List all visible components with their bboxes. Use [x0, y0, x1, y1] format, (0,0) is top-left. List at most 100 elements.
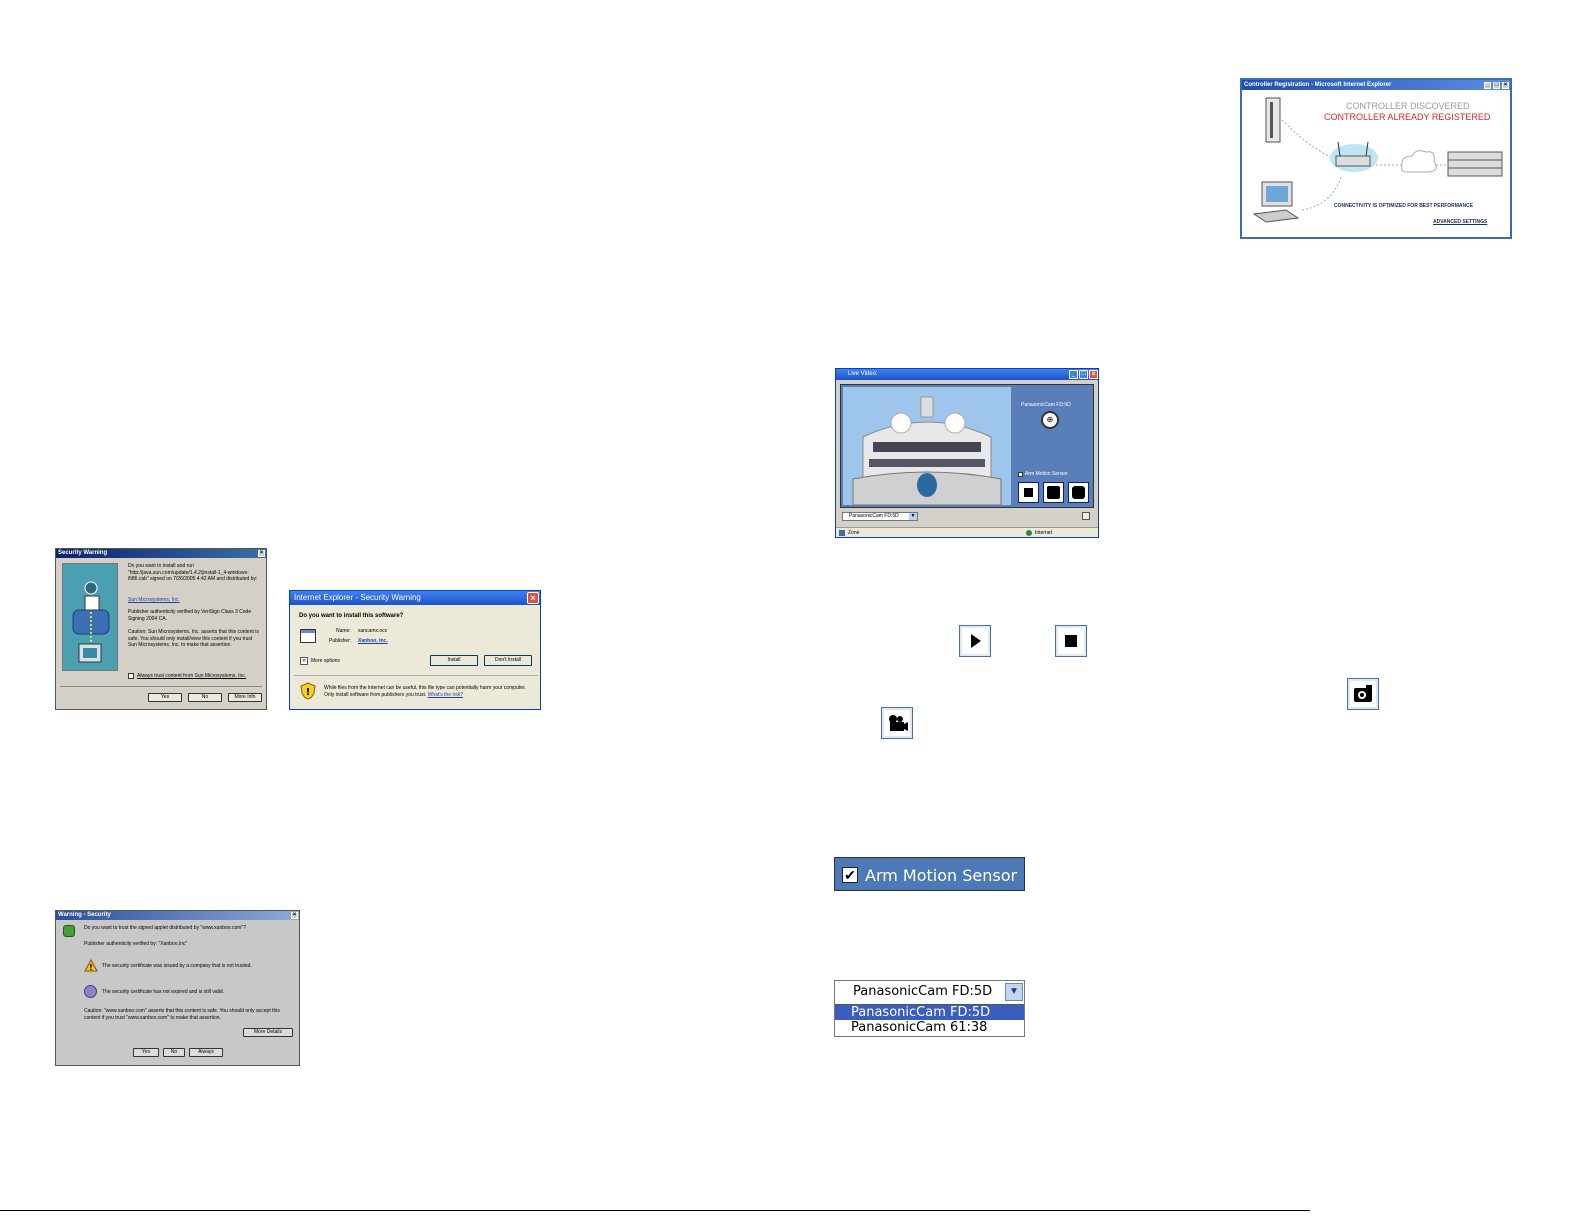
play-icon [971, 634, 981, 648]
warning-triangle-icon: ! [84, 959, 98, 972]
close-icon[interactable]: × [527, 592, 539, 604]
java-untrusted-text: The security certificate was issued by a… [102, 963, 252, 969]
java-applet-icon [63, 925, 75, 937]
video-feed-image [843, 387, 1011, 505]
more-info-button[interactable]: More Info [228, 693, 262, 702]
live-video-titlebar: Live Video: _ □ × [836, 369, 1098, 380]
publisher-link[interactable]: Xanboo, Inc. [358, 638, 388, 645]
minimize-icon[interactable]: _ [1069, 370, 1078, 379]
chevron-down-icon[interactable]: ▼ [1005, 983, 1023, 1001]
name-value: xancamx.ocx [358, 628, 388, 634]
camera-icon [1047, 486, 1060, 499]
shield-warning-icon: ! [300, 682, 316, 700]
snapshot-button[interactable] [1043, 482, 1064, 503]
more-options-link[interactable]: More options [311, 658, 340, 665]
controller-dialog-title: Controller Registration - Microsoft Inte… [1244, 81, 1392, 88]
arm-motion-check-icon[interactable]: ✔ [842, 867, 858, 883]
java-dialog-caution: Caution: "www.xanboo.com" asserts that t… [84, 1008, 280, 1021]
ie-warning-message: While files from the Internet can be use… [324, 685, 526, 698]
svg-text:!: ! [306, 687, 311, 698]
always-button[interactable]: Always [189, 1048, 223, 1057]
controller-registered-text: CONTROLLER ALREADY REGISTERED [1324, 112, 1491, 122]
no-button[interactable]: No [163, 1048, 185, 1057]
certificate-valid-icon [84, 985, 97, 998]
play-button[interactable] [959, 625, 991, 657]
dropdown-option[interactable]: PanasonicCam FD:5D [835, 1005, 1024, 1020]
java-dialog-titlebar: Warning - Security × [56, 911, 299, 920]
internet-icon [1026, 530, 1032, 536]
divider [60, 686, 262, 687]
software-icon [300, 629, 316, 643]
expand-icon[interactable]: » [300, 657, 308, 665]
maximize-icon[interactable]: □ [1493, 81, 1500, 89]
status-bar: Zone Internet [836, 527, 1098, 537]
resize-icon[interactable] [1082, 512, 1090, 520]
dont-install-button[interactable]: Don't Install [484, 655, 532, 666]
stop-button[interactable] [1018, 482, 1039, 503]
arm-motion-large-label: Arm Motion Sensor [865, 866, 1018, 885]
status-zone: Zone [848, 530, 860, 536]
chevron-down-icon[interactable]: ▼ [909, 513, 917, 520]
always-trust-label: Always trust content from Sun Microsyste… [137, 673, 247, 679]
camera-name-label: PanasonicCam FD:5D [1021, 402, 1071, 408]
live-video-title: Live Video: [848, 371, 878, 377]
camera-select-value: PanasonicCam FD:5D [849, 513, 899, 519]
record-button[interactable] [1068, 482, 1089, 503]
sun-dialog-caution: Caution: Sun Microsystems, Inc. asserts … [128, 629, 259, 648]
java-dialog-authenticity: Publisher authenticity verified by: "Xan… [84, 941, 188, 947]
camera-pan-icon[interactable]: ⊕ [1041, 411, 1059, 429]
maximize-icon[interactable]: □ [1079, 370, 1088, 379]
video-camera-icon [889, 715, 908, 731]
sun-dialog-question: Do you want to install and run "http://j… [128, 563, 258, 582]
yes-button[interactable]: Yes [133, 1048, 159, 1057]
live-video-window: Live Video: _ □ × PanasonicCam FD:5D ⊕ A… [835, 368, 1099, 538]
ie-dialog-title: Internet Explorer - Security Warning [294, 593, 421, 602]
ie-warning-text: While files from the Internet can be use… [324, 685, 536, 698]
camera-select[interactable]: PanasonicCam FD:5D ▼ [842, 512, 918, 521]
stop-icon [1065, 635, 1077, 647]
controller-registration-dialog: Controller Registration - Microsoft Inte… [1240, 78, 1512, 239]
sun-dialog-title: Security Warning [58, 550, 108, 556]
video-camera-icon [1072, 486, 1085, 499]
dropdown-selected[interactable]: PanasonicCam FD:5D [853, 984, 992, 999]
name-label: Name: [336, 628, 351, 634]
advanced-settings-link[interactable]: ADVANCED SETTINGS [1433, 219, 1487, 225]
more-details-button[interactable]: More Details [243, 1028, 293, 1037]
publisher-label: Publisher: [329, 638, 352, 644]
sun-security-dialog: Security Warning × Do you want to instal… [55, 548, 267, 710]
ie-dialog-titlebar: Internet Explorer - Security Warning × [290, 591, 540, 605]
java-security-dialog: Warning - Security × Do you want to trus… [55, 910, 300, 1066]
close-icon[interactable]: × [258, 550, 265, 557]
zone-icon [839, 530, 845, 536]
dropdown-option[interactable]: PanasonicCam 61:38 [835, 1020, 1024, 1035]
yes-button[interactable]: Yes [148, 693, 182, 702]
sun-dialog-titlebar: Security Warning × [56, 549, 266, 558]
install-button[interactable]: Install [430, 655, 478, 666]
connectivity-text: CONNECTIVITY IS OPTIMIZED FOR BEST PERFO… [1334, 203, 1474, 209]
ie-dialog-question: Do you want to install this software? [299, 613, 404, 619]
record-button-large[interactable] [881, 707, 913, 739]
no-button[interactable]: No [188, 693, 222, 702]
sun-dialog-illustration [62, 563, 118, 671]
live-video-body: PanasonicCam FD:5D ⊕ Arm Motion Sensor [840, 384, 1094, 508]
arm-motion-sensor-control[interactable]: ✔ Arm Motion Sensor [834, 857, 1025, 891]
java-dialog-title: Warning - Security [58, 912, 111, 918]
minimize-icon[interactable]: _ [1484, 81, 1491, 89]
close-icon[interactable]: × [1089, 370, 1098, 379]
arm-motion-label: Arm Motion Sensor [1025, 471, 1068, 477]
close-icon[interactable]: × [291, 912, 298, 919]
close-icon[interactable]: × [1502, 81, 1509, 89]
whats-risk-link[interactable]: What's the risk? [428, 692, 463, 698]
dropdown-list: PanasonicCam FD:5D PanasonicCam 61:38 [835, 1004, 1024, 1036]
arm-motion-checkbox[interactable] [1018, 472, 1023, 477]
sun-dialog-authenticity: Publisher authenticity verified by VeriS… [128, 609, 252, 622]
always-trust-checkbox[interactable] [128, 673, 134, 679]
snapshot-button-large[interactable] [1347, 678, 1379, 710]
status-internet: Internet [1035, 530, 1052, 536]
sun-publisher-link[interactable]: Sun Microsystems, Inc. [128, 597, 180, 604]
divider [294, 675, 538, 676]
java-dialog-question: Do you want to trust the signed applet d… [84, 925, 246, 931]
camera-dropdown[interactable]: PanasonicCam FD:5D ▼ PanasonicCam FD:5D … [834, 980, 1025, 1037]
stop-button-large[interactable] [1055, 625, 1087, 657]
controller-discovered-text: CONTROLLER DISCOVERED [1346, 101, 1470, 111]
